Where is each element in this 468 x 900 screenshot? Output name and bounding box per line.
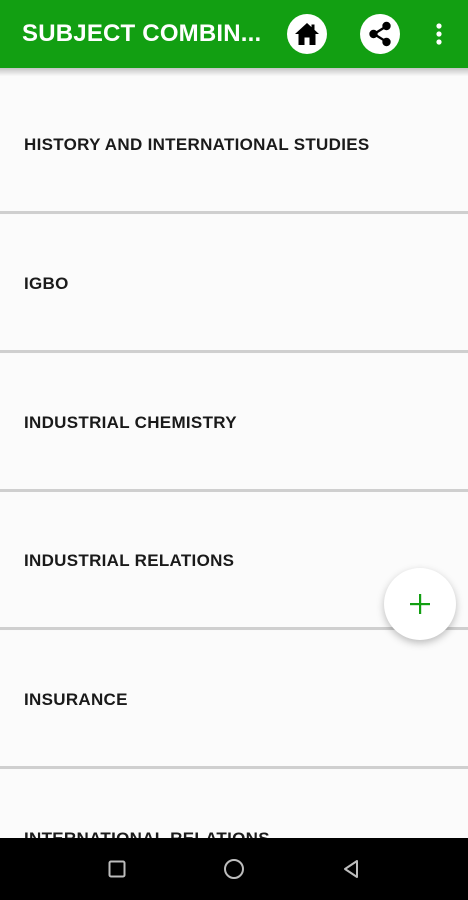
list-item-label: INTERNATIONAL RELATIONS [24,829,270,838]
divider [0,211,468,214]
list-item[interactable]: IGBO [0,215,468,353]
share-button[interactable] [360,14,400,54]
list-item[interactable]: HISTORY AND INTERNATIONAL STUDIES [0,76,468,214]
square-icon [108,860,126,878]
system-nav-bar [0,838,468,900]
list-item-label: IGBO [24,274,69,293]
triangle-back-icon [344,860,358,878]
app-bar: SUBJECT COMBIN... [0,0,468,68]
subject-list: HISTORY AND INTERNATIONAL STUDIES IGBO I… [0,68,468,838]
list-item[interactable]: INDUSTRIAL CHEMISTRY [0,354,468,492]
list-item[interactable]: INSURANCE [0,631,468,769]
page-title: SUBJECT COMBIN... [22,20,262,47]
list-item-label: INSURANCE [24,690,128,709]
divider [0,766,468,769]
list-item-label: HISTORY AND INTERNATIONAL STUDIES [24,135,370,154]
more-vert-icon [436,23,442,45]
app-bar-shadow [0,68,468,76]
divider [0,350,468,353]
home-icon [295,23,319,45]
recents-button[interactable] [97,849,137,889]
back-button[interactable] [331,849,371,889]
overflow-menu-button[interactable] [424,14,454,54]
system-home-button[interactable] [214,849,254,889]
list-item-label: INDUSTRIAL RELATIONS [24,551,235,570]
circle-icon [224,859,244,879]
home-button[interactable] [287,14,327,54]
share-icon [369,21,391,47]
plus-icon [410,594,430,614]
list-item[interactable]: INTERNATIONAL RELATIONS [0,770,468,838]
add-fab-button[interactable] [384,568,456,640]
list-item-label: INDUSTRIAL CHEMISTRY [24,413,237,432]
